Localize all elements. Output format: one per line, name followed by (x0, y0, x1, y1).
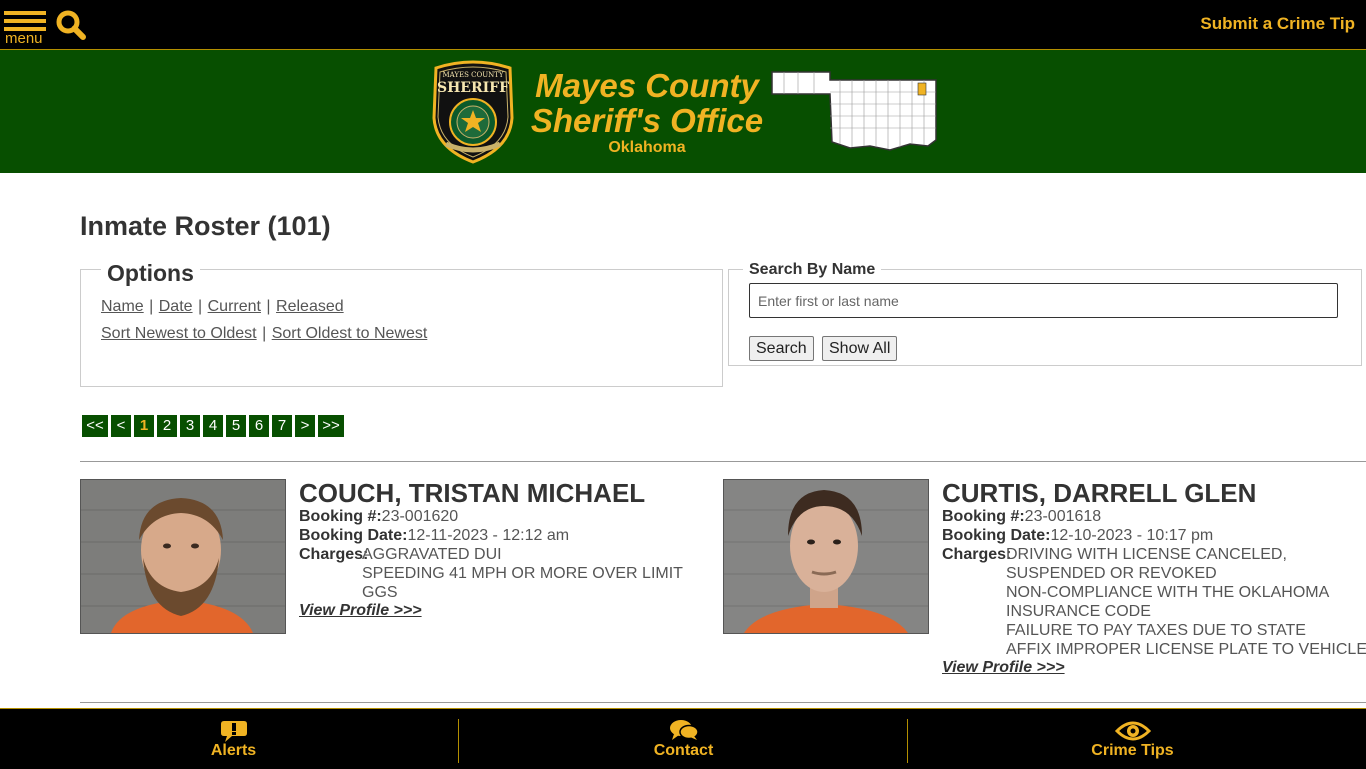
top-bar: menu Submit a Crime Tip (0, 0, 1366, 50)
booking-date-label: Booking Date: (942, 527, 1051, 544)
inmate-photo[interactable] (80, 479, 286, 634)
sort-links: Sort Newest to Oldest | Sort Oldest to N… (101, 325, 427, 343)
charge-item: SPEEDING 41 MPH OR MORE OVER LIMIT (362, 565, 683, 582)
charge-item: SUSPENDED OR REVOKED (1006, 565, 1217, 582)
charge-item: AGGRAVATED DUI (362, 546, 502, 563)
footer-alerts-button[interactable]: Alerts (6, 709, 461, 769)
show-all-button[interactable]: Show All (822, 336, 898, 361)
charge-item: INSURANCE CODE (1006, 603, 1151, 620)
separator: | (266, 298, 271, 315)
page-first-button[interactable]: << (82, 415, 108, 437)
oklahoma-map-image (770, 70, 942, 154)
site-title-line2: Sheriff's Office (530, 102, 764, 139)
site-header: MAYES COUNTY SHERIFF Mayes County Sherif… (0, 50, 1366, 173)
page-2-button[interactable]: 2 (157, 415, 177, 437)
footer-contact-label: Contact (653, 742, 714, 759)
search-legend: Search By Name (743, 260, 882, 279)
filter-name-link[interactable]: Name (101, 298, 144, 315)
charges-label: Charges: (299, 546, 369, 563)
footer-contact-button[interactable]: Contact (456, 709, 911, 769)
separator: | (149, 298, 154, 315)
menu-icon-bar (4, 11, 46, 15)
charge-item: GGS (362, 584, 398, 601)
site-title[interactable]: Mayes County Sheriff's Office Oklahoma (522, 68, 772, 157)
page-last-button[interactable]: >> (318, 415, 344, 437)
divider (80, 461, 1366, 462)
inmate-name[interactable]: COUCH, TRISTAN MICHAEL (299, 478, 645, 508)
page-4-button[interactable]: 4 (203, 415, 223, 437)
filter-date-link[interactable]: Date (159, 298, 193, 315)
booking-number-label: Booking #: (299, 508, 382, 525)
site-title-line1: Mayes County (535, 67, 759, 104)
filter-released-link[interactable]: Released (276, 298, 344, 315)
footer-crime-tips-button[interactable]: Crime Tips (905, 709, 1360, 769)
charges-label: Charges: (942, 546, 1012, 563)
page-title: Inmate Roster (101) (80, 211, 331, 241)
booking-number: Booking #:23-001620 (299, 507, 458, 526)
booking-number-label: Booking #: (942, 508, 1025, 525)
booking-date-value: 12-11-2023 - 12:12 am (407, 527, 570, 544)
page-1-button[interactable]: 1 (134, 415, 154, 437)
sort-newest-link[interactable]: Sort Newest to Oldest (101, 325, 257, 342)
booking-date: Booking Date:12-11-2023 - 12:12 am (299, 526, 569, 545)
charge-item: NON-COMPLIANCE WITH THE OKLAHOMA (1006, 584, 1330, 601)
menu-label: menu (5, 30, 43, 47)
view-profile-link[interactable]: View Profile >>> (299, 602, 422, 620)
page-5-button[interactable]: 5 (226, 415, 246, 437)
site-state: Oklahoma (608, 139, 686, 156)
menu-icon-bar (4, 19, 46, 23)
inmate-photo[interactable] (723, 479, 929, 634)
page-6-button[interactable]: 6 (249, 415, 269, 437)
booking-number-value: 23-001620 (381, 508, 459, 525)
page-7-button[interactable]: 7 (272, 415, 292, 437)
page-next-button[interactable]: > (295, 415, 315, 437)
badge-main-text: SHERIFF (437, 80, 509, 96)
filter-current-link[interactable]: Current (208, 298, 261, 315)
sort-oldest-link[interactable]: Sort Oldest to Newest (272, 325, 428, 342)
search-name-input[interactable] (749, 283, 1338, 318)
booking-date: Booking Date:12-10-2023 - 10:17 pm (942, 526, 1213, 545)
charge-item: FAILURE TO PAY TAXES DUE TO STATE (1006, 622, 1306, 639)
menu-button[interactable]: menu (4, 8, 48, 47)
sheriff-badge-logo[interactable]: MAYES COUNTY SHERIFF (430, 60, 516, 164)
page-prev-button[interactable]: < (111, 415, 131, 437)
options-legend: Options (101, 259, 200, 287)
separator: | (198, 298, 203, 315)
charge-item: AFFIX IMPROPER LICENSE PLATE TO VEHICLE (1006, 641, 1366, 658)
filter-links: Name | Date | Current | Released (101, 298, 344, 316)
charges-list: AGGRAVATED DUI SPEEDING 41 MPH OR MORE O… (362, 545, 683, 602)
booking-date-value: 12-10-2023 - 10:17 pm (1050, 527, 1214, 544)
booking-number: Booking #:23-001618 (942, 507, 1101, 526)
charges-list: DRIVING WITH LICENSE CANCELED, SUSPENDED… (1006, 545, 1366, 659)
submit-crime-tip-link[interactable]: Submit a Crime Tip (1200, 14, 1355, 34)
view-profile-link[interactable]: View Profile >>> (942, 659, 1065, 677)
charge-item: DRIVING WITH LICENSE CANCELED, (1006, 546, 1287, 563)
inmate-name[interactable]: CURTIS, DARRELL GLEN (942, 478, 1256, 508)
page-3-button[interactable]: 3 (180, 415, 200, 437)
booking-date-label: Booking Date: (299, 527, 408, 544)
badge-top-text: MAYES COUNTY (442, 71, 503, 79)
divider (80, 702, 1366, 703)
separator: | (262, 325, 267, 342)
search-icon[interactable] (55, 9, 87, 41)
search-button[interactable]: Search (749, 336, 814, 361)
booking-number-value: 23-001618 (1024, 508, 1102, 525)
bottom-nav: Alerts Contact Crime Tips (0, 708, 1366, 769)
footer-crime-tips-label: Crime Tips (1091, 742, 1174, 759)
footer-alerts-label: Alerts (210, 742, 257, 759)
